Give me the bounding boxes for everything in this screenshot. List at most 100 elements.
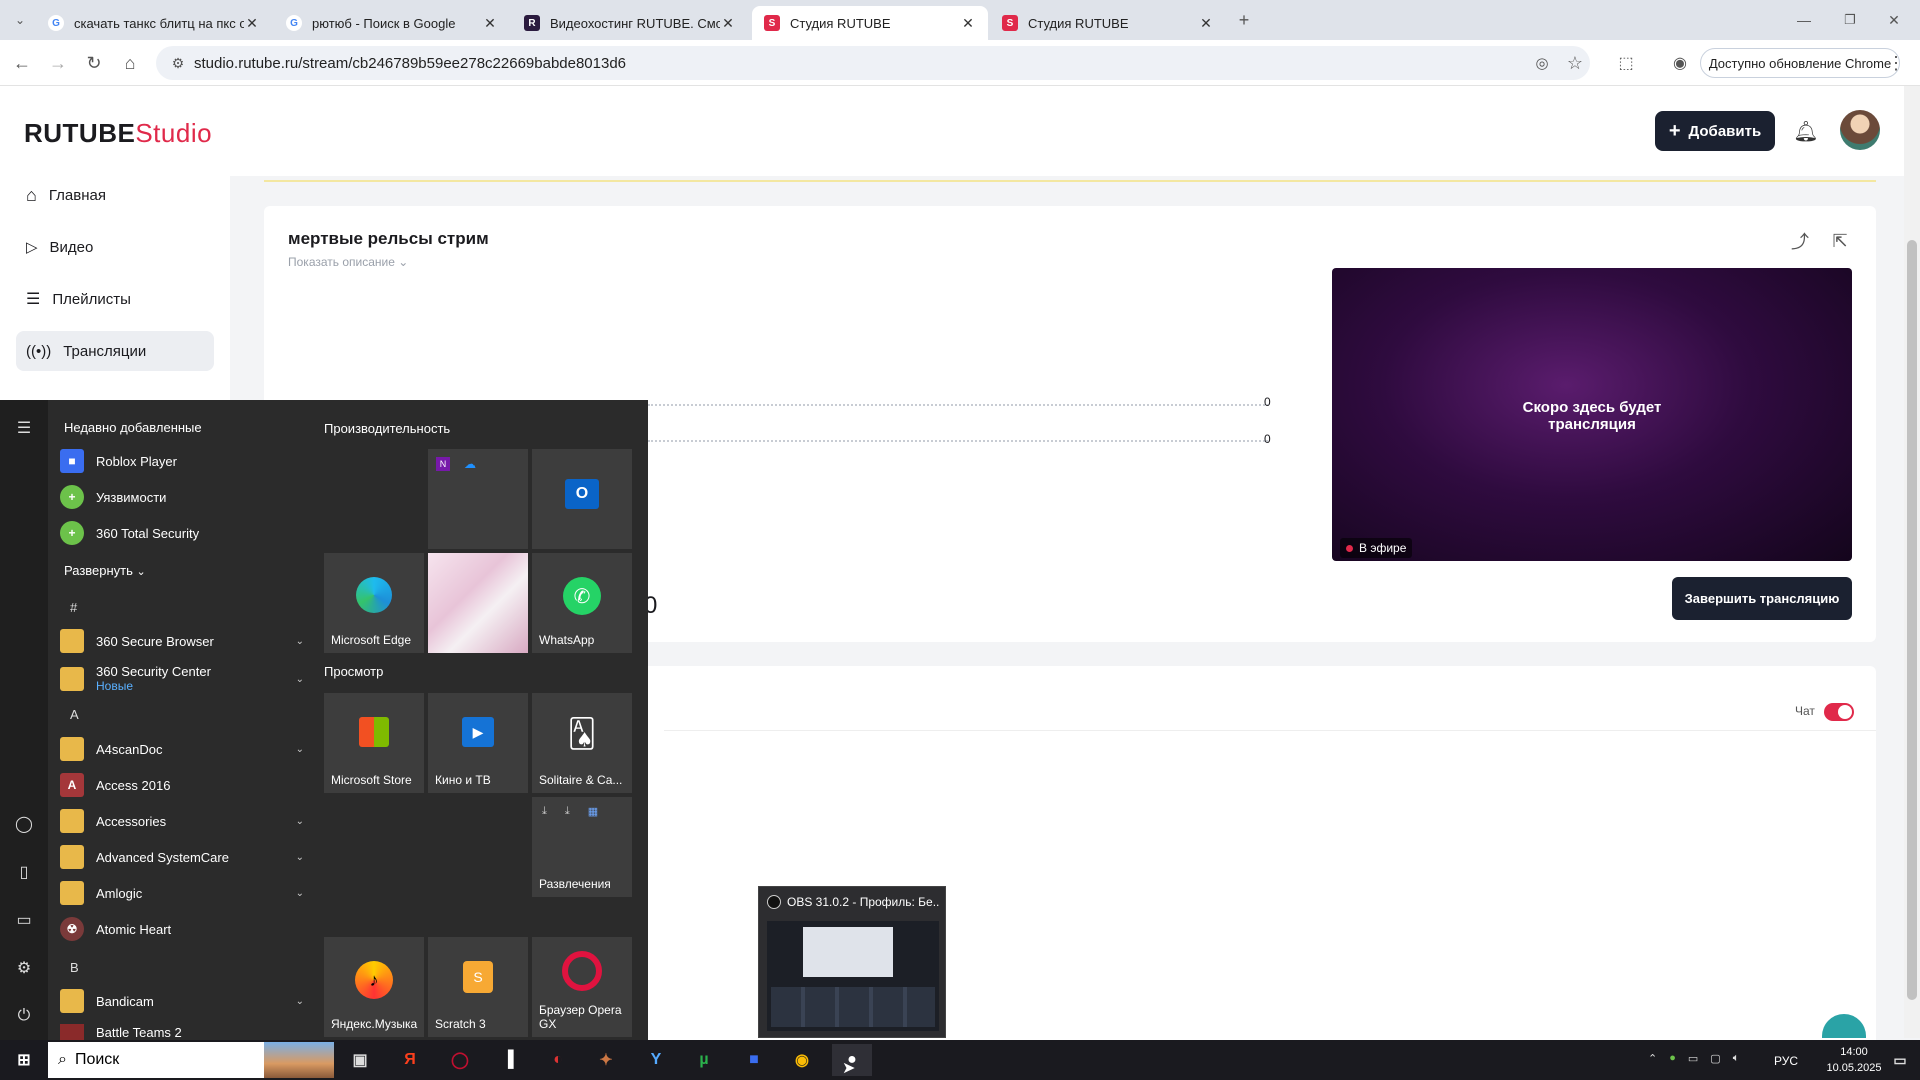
battle-teams-icon [60, 1024, 84, 1040]
window-close-icon[interactable]: ✕ [1880, 6, 1908, 34]
avatar[interactable] [1840, 110, 1880, 150]
profile-icon[interactable]: ◉ [1666, 49, 1694, 77]
minimize-icon[interactable]: — [1790, 6, 1818, 34]
app-atomic-heart[interactable]: ☢ Atomic Heart [60, 913, 304, 945]
app-battle-teams-2[interactable]: Battle Teams 2 [60, 1024, 304, 1040]
user-icon[interactable]: ◯ [0, 804, 48, 844]
eye-off-icon[interactable]: ◎ [1528, 49, 1556, 77]
forward-icon[interactable]: → [44, 49, 72, 77]
windows-start-icon[interactable]: ⊞ [4, 1044, 44, 1076]
game-icon[interactable]: ◐ [538, 1044, 578, 1076]
stats-app-icon[interactable]: ▐ [488, 1044, 528, 1076]
pictures-icon[interactable]: ▭ [0, 900, 48, 940]
show-description-link[interactable]: Показать описание ⌄ [288, 255, 408, 269]
tab-3[interactable]: R Видеохостинг RUTUBE. Смотри✕ [512, 6, 748, 40]
letter-header[interactable]: A [70, 707, 79, 722]
settings-gear-icon[interactable]: ⚙ [0, 948, 48, 988]
obs-docks [771, 987, 935, 1027]
close-icon[interactable]: ✕ [960, 15, 976, 32]
tile-entertainment[interactable]: ⤓ ⤓ ▦ Развлечения [532, 797, 632, 897]
tile-whatsapp[interactable]: ✆ WhatsApp [532, 553, 632, 653]
tile-microsoft-store[interactable]: Microsoft Store [324, 693, 424, 793]
site-info-icon[interactable]: ⚙ [164, 49, 192, 77]
tab-1[interactable]: Gскачать танкс блитц на пкс оф ✕ [36, 6, 272, 40]
close-icon[interactable]: ✕ [244, 15, 260, 32]
tab-2[interactable]: Gрютюб - Поиск в Google ✕ [274, 6, 510, 40]
documents-icon[interactable]: ▯ [0, 852, 48, 892]
system-tray[interactable]: ⌃ ● ▭ ▢ 🔈︎ [1648, 1052, 1739, 1065]
scrollbar-thumb[interactable] [1907, 240, 1917, 1000]
open-external-icon[interactable]: ⇱ [1826, 227, 1854, 255]
close-icon[interactable]: ✕ [482, 15, 498, 32]
bookmark-star-icon[interactable]: ☆ [1561, 49, 1589, 77]
restore-icon[interactable]: ❐ [1836, 6, 1864, 34]
app-roblox-player[interactable]: ■ Roblox Player [60, 445, 304, 477]
tile-scratch-3[interactable]: S Scratch 3 [428, 937, 528, 1037]
tile-kino-tv[interactable]: ▶ Кино и ТВ [428, 693, 528, 793]
sidebar-item-home[interactable]: ⌂ Главная [16, 175, 214, 215]
tile-yandex-music[interactable]: ♪ Яндекс.Музыка [324, 937, 424, 1037]
tab-5[interactable]: S Студия RUTUBE ✕ [990, 6, 1226, 40]
folder-accessories[interactable]: Accessories ⌄ [60, 805, 304, 837]
obs-taskbar-preview[interactable]: OBS 31.0.2 - Профиль: Бе... [758, 886, 946, 1038]
tile-label: Scratch 3 [435, 1017, 486, 1031]
roblox-taskbar-icon[interactable]: ■ [734, 1044, 774, 1076]
end-stream-button[interactable]: Завершить трансляцию [1672, 577, 1852, 620]
power-icon[interactable]: ⏻ [0, 996, 48, 1036]
sidebar-item-label: Главная [48, 186, 106, 204]
cards-icon: 🂡 [567, 718, 597, 749]
tile-office-group[interactable]: N ☁ [428, 449, 528, 549]
new-tab-icon[interactable]: + [1230, 6, 1258, 34]
expand-link[interactable]: Развернуть ⌄ [64, 563, 146, 578]
notification-icon[interactable]: ▭ [1880, 1044, 1920, 1076]
opera-gx-taskbar-icon[interactable]: ◯ [440, 1044, 480, 1076]
sidebar-item-playlists[interactable]: ☰ Плейлисты [16, 279, 214, 319]
hamburger-icon[interactable]: ☰ [0, 408, 48, 448]
tile-outlook[interactable]: O [532, 449, 632, 549]
yandex-browser-icon[interactable]: Я [390, 1044, 430, 1076]
app-vulnerabilities[interactable]: + Уязвимости [60, 481, 304, 513]
chat-toggle[interactable] [1824, 703, 1854, 721]
folder-360-security-center[interactable]: 360 Security Center Новые ⌄ [60, 661, 304, 697]
chrome-icon[interactable]: ◉ [782, 1044, 822, 1076]
sidebar-item-streams[interactable]: ((•)) Трансляции [16, 331, 214, 371]
tile-microsoft-edge[interactable]: Microsoft Edge [324, 553, 424, 653]
tile-solitaire[interactable]: 🂡 Solitaire & Ca... [532, 693, 632, 793]
tile-opera-gx[interactable]: Браузер Opera GX [532, 937, 632, 1037]
utorrent-icon[interactable]: µ [684, 1044, 724, 1076]
taskbar-search-box[interactable]: ⌕ Поиск [48, 1042, 334, 1078]
reload-icon[interactable]: ↻ [80, 49, 108, 77]
letter-header[interactable]: B [70, 960, 79, 975]
app-360-total-security[interactable]: +360 Total Security [60, 517, 304, 549]
chart-gridline [648, 404, 1268, 406]
folder-a4scandoc[interactable]: A4scanDoc ⌄ [60, 733, 304, 765]
chrome-update-button[interactable]: Доступно обновление Chrome [1700, 48, 1900, 78]
folder-amlogic[interactable]: Amlogic ⌄ [60, 877, 304, 909]
letter-header[interactable]: # [70, 600, 77, 615]
close-icon[interactable]: ✕ [720, 15, 736, 32]
task-view-icon[interactable]: ▣ [340, 1044, 380, 1076]
bell-icon[interactable]: 🔔︎ [1792, 117, 1820, 145]
folder-advanced-systemcare[interactable]: Advanced SystemCare ⌄ [60, 841, 304, 873]
live-dot-icon [1346, 544, 1353, 552]
sidebar-item-video[interactable]: ▷ Видео [16, 227, 214, 267]
add-button[interactable]: + Добавить [1655, 111, 1775, 151]
home-icon[interactable]: ⌂ [116, 49, 144, 77]
language-indicator[interactable]: РУС [1774, 1054, 1798, 1068]
rutube-studio-logo[interactable]: RUTUBEStudio [24, 118, 212, 149]
folder-bandicam[interactable]: Bandicam ⌄ [60, 985, 304, 1017]
folder-icon [60, 881, 84, 905]
yandex-icon[interactable]: Y [636, 1044, 676, 1076]
folder-360-secure-browser[interactable]: 360 Secure Browser ⌄ [60, 625, 304, 657]
tab-4[interactable]: S Студия RUTUBE ✕ [752, 6, 988, 40]
share-icon[interactable]: ⤴ [1786, 227, 1814, 255]
tab-search-icon[interactable]: ⌄ [6, 6, 34, 34]
address-bar[interactable]: studio.rutube.ru/stream/cb246789b59ee278… [156, 46, 1590, 80]
app-access-2016[interactable]: A Access 2016 [60, 769, 304, 801]
chrome-menu-icon[interactable]: ⋮ [1882, 49, 1910, 77]
back-icon[interactable]: ← [8, 49, 36, 77]
tanks-icon[interactable]: ✦ [586, 1044, 626, 1076]
tile-photo[interactable] [428, 553, 528, 653]
close-icon[interactable]: ✕ [1198, 15, 1214, 32]
extensions-icon[interactable]: ⬚ [1612, 49, 1640, 77]
